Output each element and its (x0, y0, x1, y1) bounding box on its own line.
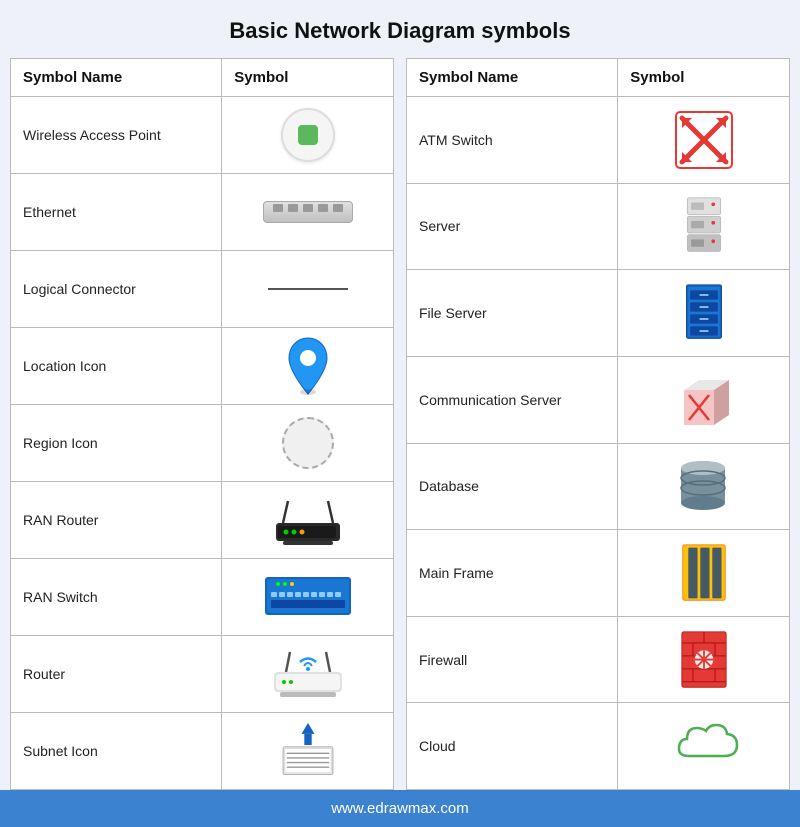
symbol-name: Subnet Icon (11, 713, 222, 790)
page-title: Basic Network Diagram symbols (229, 0, 570, 58)
symbol-icon (222, 636, 394, 713)
table-row: Location Icon (11, 328, 394, 405)
symbol-icon (222, 405, 394, 482)
symbol-icon (618, 443, 790, 530)
symbol-icon (222, 251, 394, 328)
symbol-icon (618, 703, 790, 790)
symbol-icon (222, 328, 394, 405)
table-row: RAN Switch (11, 559, 394, 636)
table-row: Ethernet (11, 174, 394, 251)
symbol-name: Cloud (407, 703, 618, 790)
region-icon (282, 417, 334, 469)
symbol-name: Firewall (407, 616, 618, 703)
table-row: Subnet Icon (11, 713, 394, 790)
router-icon (234, 644, 381, 704)
file-server-icon (630, 283, 777, 343)
symbol-name: File Server (407, 270, 618, 357)
table-row: ATM Switch (407, 97, 790, 184)
symbol-icon (618, 530, 790, 617)
symbol-icon (618, 616, 790, 703)
table-row: Router (11, 636, 394, 713)
table-row: Database (407, 443, 790, 530)
table-row: Firewall (407, 616, 790, 703)
firewall-icon (630, 630, 777, 690)
symbol-icon (618, 270, 790, 357)
ethernet-icon (263, 201, 353, 223)
symbol-name: Router (11, 636, 222, 713)
table-row: File Server (407, 270, 790, 357)
server-icon (630, 196, 777, 256)
footer: www.edrawmax.com (0, 790, 800, 827)
table-row: Region Icon (11, 405, 394, 482)
table-row: Logical Connector (11, 251, 394, 328)
cloud-icon (630, 716, 777, 776)
symbol-name: Main Frame (407, 530, 618, 617)
right-table: Symbol Name Symbol ATM Switch (406, 58, 790, 790)
table-row: Main Frame (407, 530, 790, 617)
symbol-name: RAN Router (11, 482, 222, 559)
ran-switch-icon (234, 567, 381, 627)
table-row: Communication Server (407, 356, 790, 443)
table-row: Wireless Access Point (11, 97, 394, 174)
symbol-name: Region Icon (11, 405, 222, 482)
symbol-name: ATM Switch (407, 97, 618, 184)
left-col2-header: Symbol (222, 59, 394, 97)
left-table: Symbol Name Symbol Wireless Access Point… (10, 58, 394, 790)
symbol-name: Ethernet (11, 174, 222, 251)
symbol-name: Database (407, 443, 618, 530)
symbol-name: Logical Connector (11, 251, 222, 328)
table-row: Server (407, 183, 790, 270)
atm-switch-icon (630, 110, 777, 170)
symbol-name: Wireless Access Point (11, 97, 222, 174)
comm-server-icon (630, 370, 777, 430)
symbol-icon (618, 356, 790, 443)
mainframe-icon (630, 543, 777, 603)
ran-router-icon (234, 490, 381, 550)
subnet-icon (234, 721, 381, 781)
symbol-icon (222, 97, 394, 174)
database-icon (630, 456, 777, 516)
right-col1-header: Symbol Name (407, 59, 618, 97)
symbol-icon (618, 97, 790, 184)
symbol-name: Communication Server (407, 356, 618, 443)
symbol-icon (222, 174, 394, 251)
table-row: Cloud (407, 703, 790, 790)
logical-connector-icon (268, 288, 348, 290)
symbol-name: Server (407, 183, 618, 270)
table-row: RAN Router (11, 482, 394, 559)
symbol-name: RAN Switch (11, 559, 222, 636)
symbol-icon (222, 713, 394, 790)
right-col2-header: Symbol (618, 59, 790, 97)
symbol-icon (618, 183, 790, 270)
location-icon (234, 336, 381, 396)
symbol-icon (222, 559, 394, 636)
wap-icon (281, 108, 335, 162)
left-col1-header: Symbol Name (11, 59, 222, 97)
symbol-icon (222, 482, 394, 559)
symbol-name: Location Icon (11, 328, 222, 405)
